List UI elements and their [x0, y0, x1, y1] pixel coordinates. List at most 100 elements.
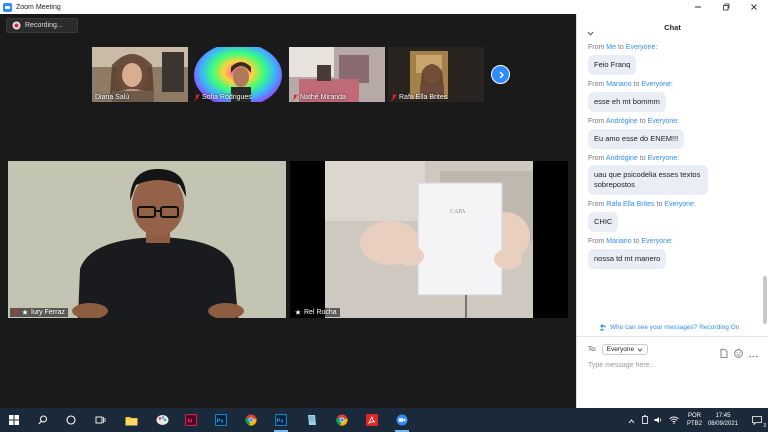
window-controls: [684, 0, 768, 14]
chat-scrollbar[interactable]: [763, 276, 767, 324]
collapse-chat-button[interactable]: [587, 23, 594, 41]
wifi-icon: [669, 416, 679, 424]
message-sender[interactable]: Rafa Ella Brites: [606, 201, 654, 208]
paint-button[interactable]: [154, 412, 170, 428]
message-header: From Mariano to Everyone:: [588, 81, 673, 88]
zoom-button[interactable]: [394, 412, 410, 432]
clock-date: 08/09/2021: [707, 421, 738, 427]
zoom-icon: [396, 414, 408, 426]
message-recipient: Everyone: [625, 44, 656, 51]
task-view-button[interactable]: [92, 412, 108, 428]
chat-message: From Andrógine to Everyone: Eu amo esse d…: [588, 118, 763, 149]
mic-muted-icon: [13, 309, 19, 316]
message-sender[interactable]: Me: [606, 44, 616, 51]
message-header: From Andrógine to Everyone:: [588, 155, 680, 162]
close-button[interactable]: [740, 0, 768, 14]
maximize-button[interactable]: [712, 0, 740, 14]
message-recipient: Everyone: [641, 81, 671, 88]
participant-thumb[interactable]: Sofia Rodrigues: [191, 47, 285, 102]
restore-icon: [723, 3, 730, 11]
video-tile[interactable]: Iury Ferraz: [8, 161, 286, 318]
message-bubble: esse eh mt bommm: [588, 92, 666, 112]
next-participants-button[interactable]: [491, 65, 510, 84]
chrome-icon: [336, 414, 348, 426]
close-icon: [751, 4, 757, 10]
message-header: From Mariano to Everyone:: [588, 238, 673, 245]
video-tile[interactable]: CAPA Rel Rocha: [290, 161, 568, 318]
chevron-down-icon: [637, 347, 643, 352]
participant-name: Rafa Ella Brites: [391, 94, 447, 101]
participant-name-label: Rel Rocha: [292, 308, 340, 317]
recording-indicator[interactable]: Recording...: [6, 18, 78, 33]
photoshop-icon: Ps: [275, 414, 287, 426]
task-view-icon: [95, 416, 105, 424]
chrome-button[interactable]: [243, 412, 259, 428]
volume-button[interactable]: [654, 411, 663, 429]
chat-divider: [577, 336, 768, 337]
notification-count: 3: [763, 423, 766, 429]
recipient-select[interactable]: Everyone: [601, 344, 649, 355]
window-title: Zoom Meeting: [16, 3, 61, 11]
participant-video: [8, 161, 286, 318]
chrome-2-button[interactable]: [334, 412, 350, 428]
emoji-button[interactable]: [734, 345, 743, 363]
indesign-icon: Id: [185, 414, 197, 426]
minimize-icon: [695, 6, 701, 8]
chat-tools: [720, 345, 758, 363]
message-sender[interactable]: Mariano: [606, 238, 631, 245]
network-button[interactable]: [669, 411, 679, 429]
app-button[interactable]: [304, 412, 320, 428]
file-button[interactable]: [720, 345, 728, 363]
message-header: From Andrógine to Everyone:: [588, 118, 680, 125]
file-explorer-button[interactable]: [123, 412, 139, 428]
message-recipient: Everyone: [647, 155, 678, 162]
zoom-window: Zoom Meeting Recording... Diana Salú Sof…: [0, 0, 768, 432]
who-can-see-link[interactable]: Who can see your messages? Recording On: [599, 324, 739, 331]
mic-muted-icon: [194, 94, 200, 101]
video-off-icon: [295, 309, 301, 315]
chrome-icon: [245, 414, 257, 426]
system-tray: POR PTB2 17:45 08/09/2021 3: [628, 408, 768, 432]
cortana-icon: [66, 415, 76, 425]
chat-message: From Rafa Ella Brites to Everyone: CHIC: [588, 201, 763, 232]
cloud-recording-icon: [12, 21, 21, 30]
zoom-logo-icon: [3, 2, 12, 12]
chat-message: From Mariano to Everyone: esse eh mt bomm…: [588, 81, 763, 112]
search-icon: [38, 415, 47, 425]
message-sender[interactable]: Andrógine: [606, 155, 638, 162]
participant-name: Diana Salú: [95, 94, 130, 101]
message-sender[interactable]: Andrógine: [606, 118, 638, 125]
message-bubble: CHIC: [588, 212, 619, 232]
windows-taskbar: Id Ps Ps POR PTB2 17:45 08/09/2021 3: [0, 408, 768, 432]
chat-message-input[interactable]: [588, 362, 758, 369]
participant-thumb[interactable]: Rafa Ella Brites: [388, 47, 484, 102]
battery-button[interactable]: [642, 411, 648, 429]
photoshop-button[interactable]: Ps: [213, 412, 229, 428]
search-button[interactable]: [35, 412, 51, 428]
input-language-button[interactable]: POR PTB2: [687, 412, 702, 428]
chat-panel: Chat From Me to Everyone: Feio Franq From …: [576, 14, 768, 408]
message-sender[interactable]: Mariano: [606, 81, 631, 88]
indesign-button[interactable]: Id: [183, 412, 199, 428]
chevron-up-icon: [628, 419, 635, 424]
photoshop-2-button[interactable]: Ps: [273, 412, 289, 432]
cortana-button[interactable]: [63, 412, 79, 428]
participant-thumb[interactable]: Nathé Miranda: [289, 47, 385, 102]
acrobat-button[interactable]: [364, 412, 380, 428]
participant-thumb[interactable]: Diana Salú: [92, 47, 188, 102]
notepad-icon: [308, 415, 316, 425]
to-label: To:: [588, 346, 597, 353]
notification-center-button[interactable]: 3: [746, 408, 768, 432]
chat-message: From Mariano to Everyone: nossa td mt man…: [588, 238, 763, 269]
more-options-button[interactable]: [749, 345, 758, 363]
participant-video: CAPA: [290, 161, 568, 318]
photoshop-icon: Ps: [215, 414, 227, 426]
minimize-button[interactable]: [684, 0, 712, 14]
folder-icon: [125, 416, 137, 425]
start-button[interactable]: [6, 412, 22, 428]
chat-messages[interactable]: From Me to Everyone: Feio Franq From Maria…: [577, 40, 763, 318]
clock-button[interactable]: 17:45 08/09/2021: [708, 412, 738, 428]
message-bubble: nossa td mt manero: [588, 249, 667, 269]
recipient-row: To: Everyone: [588, 344, 649, 355]
tray-overflow-button[interactable]: [628, 411, 635, 429]
